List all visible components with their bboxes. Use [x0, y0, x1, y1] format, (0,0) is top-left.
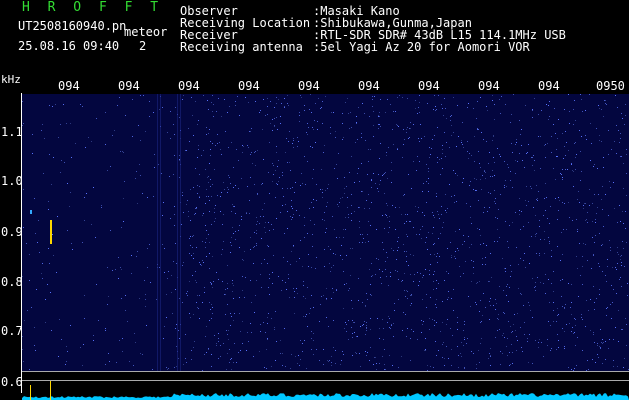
x-tick-label: 094	[358, 79, 380, 93]
x-tick-label: 0950	[596, 79, 625, 93]
meteor-count: 2	[139, 39, 147, 53]
meteor-label: meteor	[124, 25, 168, 39]
noise-strip	[22, 381, 629, 400]
x-tick-label: 094	[238, 79, 260, 93]
x-tick-label: 094	[418, 79, 440, 93]
y-tick-label: 0.8	[1, 275, 23, 289]
y-tick-label: 0.6	[1, 375, 23, 389]
y-axis-unit: kHz	[1, 73, 21, 86]
spectrogram-canvas	[22, 94, 629, 371]
antenna-value: :5el Yagi Az 20 for Aomori VOR	[313, 40, 530, 54]
y-tick-label: 0.7	[1, 324, 23, 338]
x-tick-label: 094	[298, 79, 320, 93]
band-marker-line	[22, 371, 629, 372]
x-tick-label: 094	[178, 79, 200, 93]
x-tick-label: 094	[118, 79, 140, 93]
y-tick-label: 1.1	[1, 125, 23, 139]
x-tick-label: 094	[538, 79, 560, 93]
y-tick-label: 1.0	[1, 174, 23, 188]
spectrogram-window: H R O F F T UT2508160940.pn meteor 25.08…	[0, 0, 629, 400]
file-name: UT2508160940.pn	[18, 19, 127, 33]
x-tick-label: 094	[478, 79, 500, 93]
x-tick-label: 094	[58, 79, 80, 93]
antenna-label: Receiving antenna	[180, 40, 303, 54]
spectrogram-area	[22, 94, 629, 371]
brand-title: H R O F F T	[22, 0, 164, 15]
y-tick-label: 0.9	[1, 225, 23, 239]
date-time: 25.08.16 09:40	[18, 39, 120, 53]
